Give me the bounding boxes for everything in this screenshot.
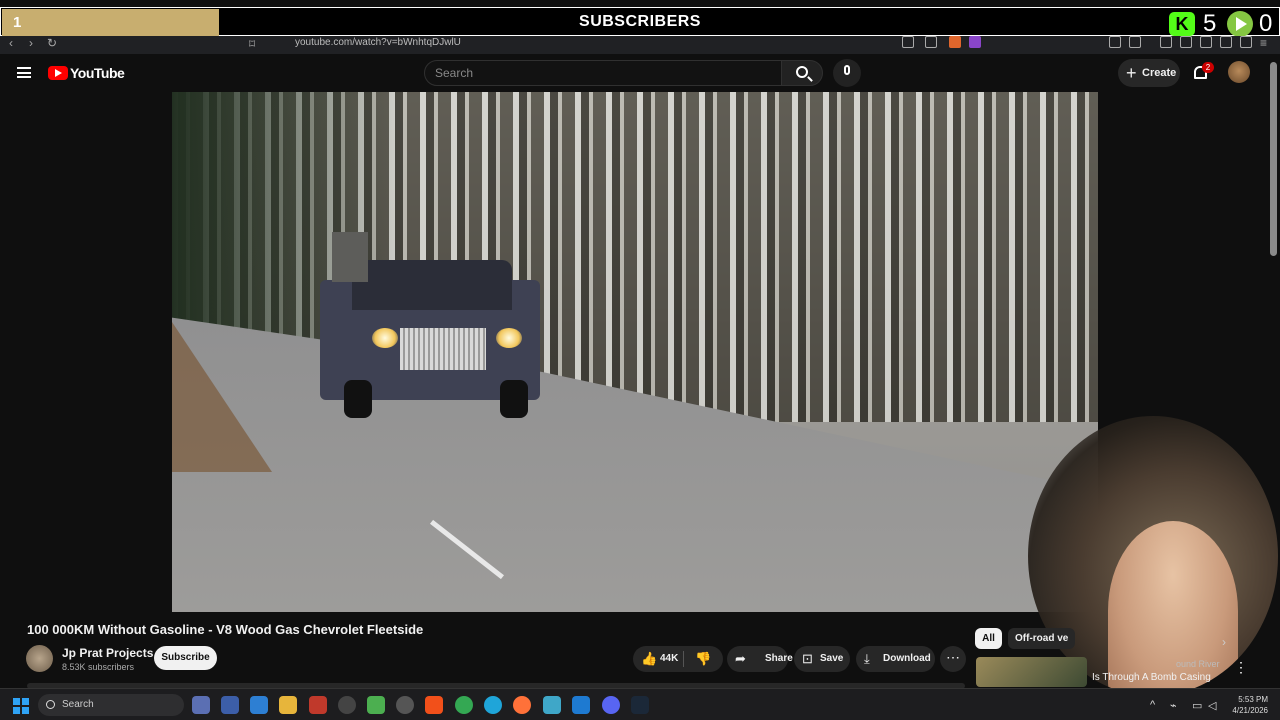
taskbar-search-label: Search (62, 699, 94, 710)
browser-toolbar: ‹ › ↻ ⌑ youtube.com/watch?v=bWnhtqDJwlU … (0, 36, 1280, 54)
recommended-title[interactable]: Is Through A Bomb Casing (1092, 672, 1211, 683)
back-icon[interactable]: ‹ (9, 36, 13, 50)
search-input[interactable]: Search (424, 60, 782, 86)
account-avatar[interactable] (1228, 61, 1250, 83)
save-icon: ⊡ (802, 651, 813, 666)
taskbar-app-icon[interactable] (543, 696, 561, 714)
save-label: Save (820, 653, 844, 664)
taskbar-clock[interactable]: 5:53 PM 4/21/2026 (1228, 694, 1268, 716)
youtube-logo-text[interactable]: YouTube (70, 65, 125, 81)
edge-icon[interactable] (484, 696, 502, 714)
like-dislike-group: 👍 44K 👎 (633, 646, 723, 672)
rumble-count: 0 (1259, 10, 1273, 37)
vpn-icon[interactable] (1240, 36, 1252, 48)
share-page-icon[interactable] (925, 36, 937, 48)
sidebar-icon[interactable] (1180, 36, 1192, 48)
taskbar-app-icon[interactable] (250, 696, 268, 714)
share-label: Share (765, 653, 793, 664)
youtube-logo-icon[interactable] (48, 66, 68, 80)
chrome-icon[interactable] (455, 696, 473, 714)
taskbar-app-icon[interactable] (221, 696, 239, 714)
taskbar-app-icon[interactable] (367, 696, 385, 714)
kick-icon: K (1169, 12, 1195, 36)
subscribe-button[interactable]: Subscribe (154, 646, 217, 670)
youtube-header: YouTube Search + Create 2 (0, 54, 1280, 92)
menu-icon[interactable] (17, 67, 31, 78)
kick-count: 5 (1203, 10, 1217, 37)
leo-icon[interactable] (1220, 36, 1232, 48)
taskbar-search-icon (46, 700, 55, 709)
vscode-icon[interactable] (572, 696, 590, 714)
search-button[interactable] (781, 60, 823, 86)
brave-shield-icon[interactable] (949, 36, 961, 48)
subscriber-goal-bar: 1 SUBSCRIBERS K 5 0 (0, 7, 1280, 37)
puzzle-icon[interactable] (1109, 36, 1121, 48)
discord-icon[interactable] (602, 696, 620, 714)
extension-icon[interactable] (902, 36, 914, 48)
screenshot-icon[interactable] (1129, 36, 1141, 48)
video-title: 100 000KM Without Gasoline - V8 Wood Gas… (27, 622, 424, 637)
chip-all[interactable]: All (975, 628, 1002, 649)
share-icon: ➦ (735, 651, 746, 666)
windows-taskbar: Search ^ ⌁ ▭ ◁ 5:53 PM 4/21/2026 (0, 688, 1280, 720)
chevron-right-icon[interactable]: › (1222, 635, 1226, 649)
webcam-person (1108, 521, 1238, 696)
browser-menu-icon[interactable]: ≡ (1260, 36, 1267, 50)
more-icon[interactable]: ⋯ (940, 646, 966, 672)
recommended-thumbnail[interactable] (976, 657, 1087, 687)
like-icon[interactable]: 👍 (641, 646, 657, 672)
recommended-more-icon[interactable]: ⋮ (1234, 659, 1248, 676)
taskbar-app-icon[interactable] (192, 696, 210, 714)
volume-icon[interactable]: ◁ (1208, 699, 1216, 712)
forward-icon[interactable]: › (29, 36, 33, 50)
display-icon[interactable]: ▭ (1192, 699, 1202, 712)
create-button[interactable]: + Create (1118, 59, 1180, 87)
wallet-icon[interactable] (1200, 36, 1212, 48)
voice-search-button[interactable] (833, 59, 861, 87)
network-icon[interactable]: ⌁ (1170, 699, 1177, 712)
webcam-overlay (1028, 416, 1278, 696)
firefox-icon[interactable] (513, 696, 531, 714)
download-button[interactable]: ⤓ Download (856, 646, 935, 672)
mic-icon (844, 65, 850, 75)
channel-name[interactable]: Jp Prat Projects (62, 646, 153, 660)
search-icon (796, 66, 808, 78)
brave-browser-icon[interactable] (425, 696, 443, 714)
like-divider (683, 651, 684, 667)
rewards-icon[interactable] (969, 36, 981, 48)
taskbar-app-icon[interactable] (396, 696, 414, 714)
save-button[interactable]: ⊡ Save (794, 646, 850, 672)
dislike-icon[interactable]: 👎 (695, 646, 711, 672)
media-icon[interactable] (1160, 36, 1172, 48)
chip-offroad[interactable]: Off-road ve (1008, 628, 1076, 649)
create-label: Create (1142, 67, 1177, 79)
like-count[interactable]: 44K (660, 646, 678, 672)
channel-avatar[interactable] (26, 645, 53, 672)
video-frame-truck (320, 232, 540, 418)
download-label: Download (883, 653, 931, 664)
search-placeholder: Search (435, 66, 474, 80)
bookmark-icon[interactable]: ⌑ (249, 37, 255, 51)
video-player[interactable] (172, 92, 1098, 612)
file-explorer-icon[interactable] (279, 696, 297, 714)
plus-icon: + (1126, 63, 1137, 83)
rumble-icon (1227, 11, 1253, 37)
taskbar-app-icon[interactable] (338, 696, 356, 714)
notification-badge: 2 (1202, 62, 1214, 73)
page-scrollbar[interactable] (1270, 62, 1277, 256)
steam-icon[interactable] (631, 696, 649, 714)
taskbar-search[interactable]: Search (38, 694, 184, 716)
reload-icon[interactable]: ↻ (47, 36, 57, 50)
share-button[interactable]: ➦ Share (727, 646, 793, 672)
channel-subscriber-count: 8.53K subscribers (62, 662, 135, 672)
windows-icon[interactable] (13, 698, 29, 714)
recommended-title-fragment[interactable]: ound River (1176, 659, 1220, 669)
download-icon: ⤓ (864, 651, 870, 666)
address-bar[interactable]: youtube.com/watch?v=bWnhtqDJwlU (295, 37, 461, 48)
taskbar-date: 4/21/2026 (1232, 706, 1268, 715)
taskbar-time: 5:53 PM (1238, 695, 1268, 704)
taskbar-app-icon[interactable] (309, 696, 327, 714)
tray-chevron-icon[interactable]: ^ (1150, 699, 1155, 711)
subscriber-goal-title: SUBSCRIBERS (579, 13, 701, 30)
